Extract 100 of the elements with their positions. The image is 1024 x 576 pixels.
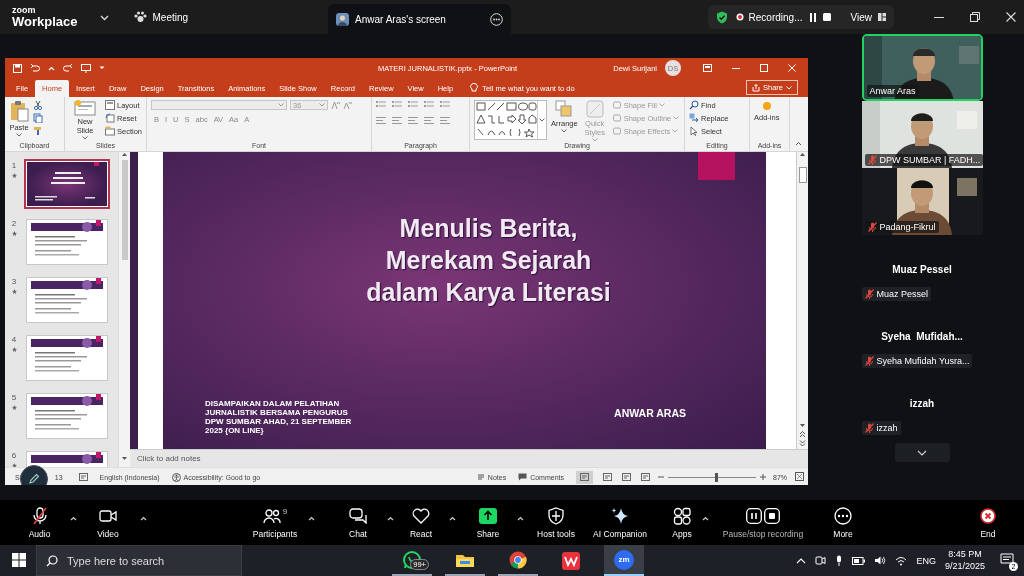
chevron-up-icon[interactable] xyxy=(796,557,807,564)
microphone-icon[interactable] xyxy=(835,555,844,566)
battery-icon[interactable] xyxy=(852,556,866,565)
restore-icon[interactable] xyxy=(970,12,980,22)
chat-button[interactable]: Chat xyxy=(332,506,396,539)
stop-icon[interactable] xyxy=(822,13,831,21)
participant-display-name: Muaz Pessel xyxy=(892,264,952,275)
text-align-icon[interactable] xyxy=(392,116,402,125)
video-button[interactable]: Video xyxy=(79,506,149,539)
speaker-icon[interactable] xyxy=(874,555,887,566)
end-button[interactable]: End xyxy=(963,506,1013,539)
collapse-ribbon-icon[interactable] xyxy=(795,141,802,146)
next-slide-icon[interactable] xyxy=(799,440,806,446)
indent-icon[interactable] xyxy=(424,100,434,109)
text-align-icon[interactable] xyxy=(376,116,386,125)
pause-icon[interactable] xyxy=(808,12,817,22)
video-tile[interactable]: Anwar Aras xyxy=(861,34,983,101)
more-button[interactable]: More xyxy=(818,506,868,539)
clock[interactable]: 8:45 PM 9/21/2025 xyxy=(944,548,985,573)
more-icon xyxy=(834,506,852,525)
input-language[interactable]: ENG xyxy=(916,555,936,566)
shapes-gallery[interactable] xyxy=(474,100,547,140)
share-button[interactable]: Share xyxy=(462,506,526,539)
host-tools-button[interactable]: Host tools xyxy=(526,506,586,539)
view-button[interactable]: View xyxy=(850,11,872,23)
spelling-check-icon[interactable] xyxy=(78,472,88,481)
fit-slide-icon[interactable] xyxy=(795,472,804,481)
slide-sorter-icon[interactable] xyxy=(603,473,612,481)
slide-number: 6 xyxy=(11,451,17,460)
slide-thumbnail[interactable] xyxy=(26,393,108,439)
list-icon[interactable] xyxy=(392,100,402,109)
text-align-icon[interactable] xyxy=(408,116,418,125)
chevron-down-icon[interactable] xyxy=(99,14,109,21)
windows-logo-icon[interactable] xyxy=(12,552,26,567)
caret-icon xyxy=(69,515,77,521)
ribbon-display-icon[interactable] xyxy=(703,64,712,72)
star-icon xyxy=(11,173,17,178)
meet-now-icon[interactable] xyxy=(815,555,827,566)
zoom-wordmark: zoom xyxy=(12,6,37,15)
indent-icon[interactable] xyxy=(408,100,418,109)
wifi-icon[interactable] xyxy=(895,555,908,566)
slider-thumb[interactable] xyxy=(714,472,718,482)
participant-name: Padang-Fikrul xyxy=(879,222,936,232)
dropdown-icon xyxy=(539,118,545,122)
meeting-label[interactable]: Meeting xyxy=(152,11,189,23)
scroll-up-icon[interactable] xyxy=(121,152,128,157)
pen-outline-icon xyxy=(611,113,622,123)
slide-number: 4 xyxy=(11,335,17,344)
star-icon xyxy=(11,289,17,294)
taskbar-app[interactable]: zm xyxy=(604,545,644,576)
scroll-up-icon[interactable] xyxy=(799,152,806,157)
slide-thumbnail[interactable] xyxy=(26,335,108,381)
slideshow-icon[interactable] xyxy=(641,473,650,481)
scroll-down-icon[interactable] xyxy=(121,456,128,461)
slide-thumbnail[interactable] xyxy=(26,219,108,265)
maximize-icon[interactable] xyxy=(760,64,768,72)
screen-tab[interactable]: Anwar Aras's screen xyxy=(328,4,512,34)
more-icon[interactable] xyxy=(490,12,504,26)
video-tile[interactable]: DPW SUMBAR | FADH... xyxy=(861,101,983,168)
normal-view-icon[interactable] xyxy=(580,472,589,481)
slide-thumbnail[interactable] xyxy=(24,159,110,209)
reading-view-icon[interactable] xyxy=(622,473,631,481)
scroll-thumb[interactable] xyxy=(798,167,807,183)
layout-icon xyxy=(104,100,115,110)
search-field[interactable]: Type here to search xyxy=(36,545,242,576)
muted-mic-icon xyxy=(867,222,877,232)
audio-button[interactable]: Audio xyxy=(12,506,79,539)
previous-slide-icon[interactable] xyxy=(799,431,806,437)
slide-thumbnail[interactable] xyxy=(26,277,108,323)
slide-number: 5 xyxy=(11,393,17,402)
scroll-down-icon[interactable] xyxy=(799,423,806,428)
paint-bucket-icon xyxy=(611,100,622,110)
video-tile[interactable]: Padang-Fikrul xyxy=(861,168,983,235)
presenter-icon[interactable] xyxy=(81,63,91,73)
apps-button[interactable]: Apps xyxy=(665,506,711,539)
ai-button[interactable]: AI Companion xyxy=(586,506,654,539)
close-icon[interactable] xyxy=(1006,12,1016,22)
dropdown-icon xyxy=(673,116,680,120)
list-icon[interactable] xyxy=(376,100,386,109)
undo-icon[interactable] xyxy=(30,63,40,73)
notes-field[interactable]: Click to add notes xyxy=(130,449,808,467)
scroll-thumb[interactable] xyxy=(121,160,128,260)
redo-icon[interactable] xyxy=(63,63,73,73)
recording-button[interactable]: Pause/stop recording xyxy=(711,506,815,539)
shapes-drawing xyxy=(475,101,537,139)
avatar-icon xyxy=(336,12,350,26)
pencil-icon xyxy=(28,473,40,485)
customize-icon[interactable] xyxy=(99,66,105,70)
add-ins-icon xyxy=(760,100,773,112)
document-app-icon xyxy=(562,551,580,570)
font-name-field[interactable] xyxy=(151,100,287,110)
save-icon[interactable] xyxy=(13,63,22,73)
zoom-in-icon[interactable] xyxy=(760,474,766,480)
text-align-icon[interactable] xyxy=(440,116,450,125)
dropdown-icon xyxy=(16,133,22,137)
react-button[interactable]: React xyxy=(396,506,458,539)
end-icon xyxy=(980,507,996,524)
text-align-icon[interactable] xyxy=(424,116,434,125)
indent-icon[interactable] xyxy=(440,100,450,109)
participants-button[interactable]: 9 Participants xyxy=(245,506,317,539)
